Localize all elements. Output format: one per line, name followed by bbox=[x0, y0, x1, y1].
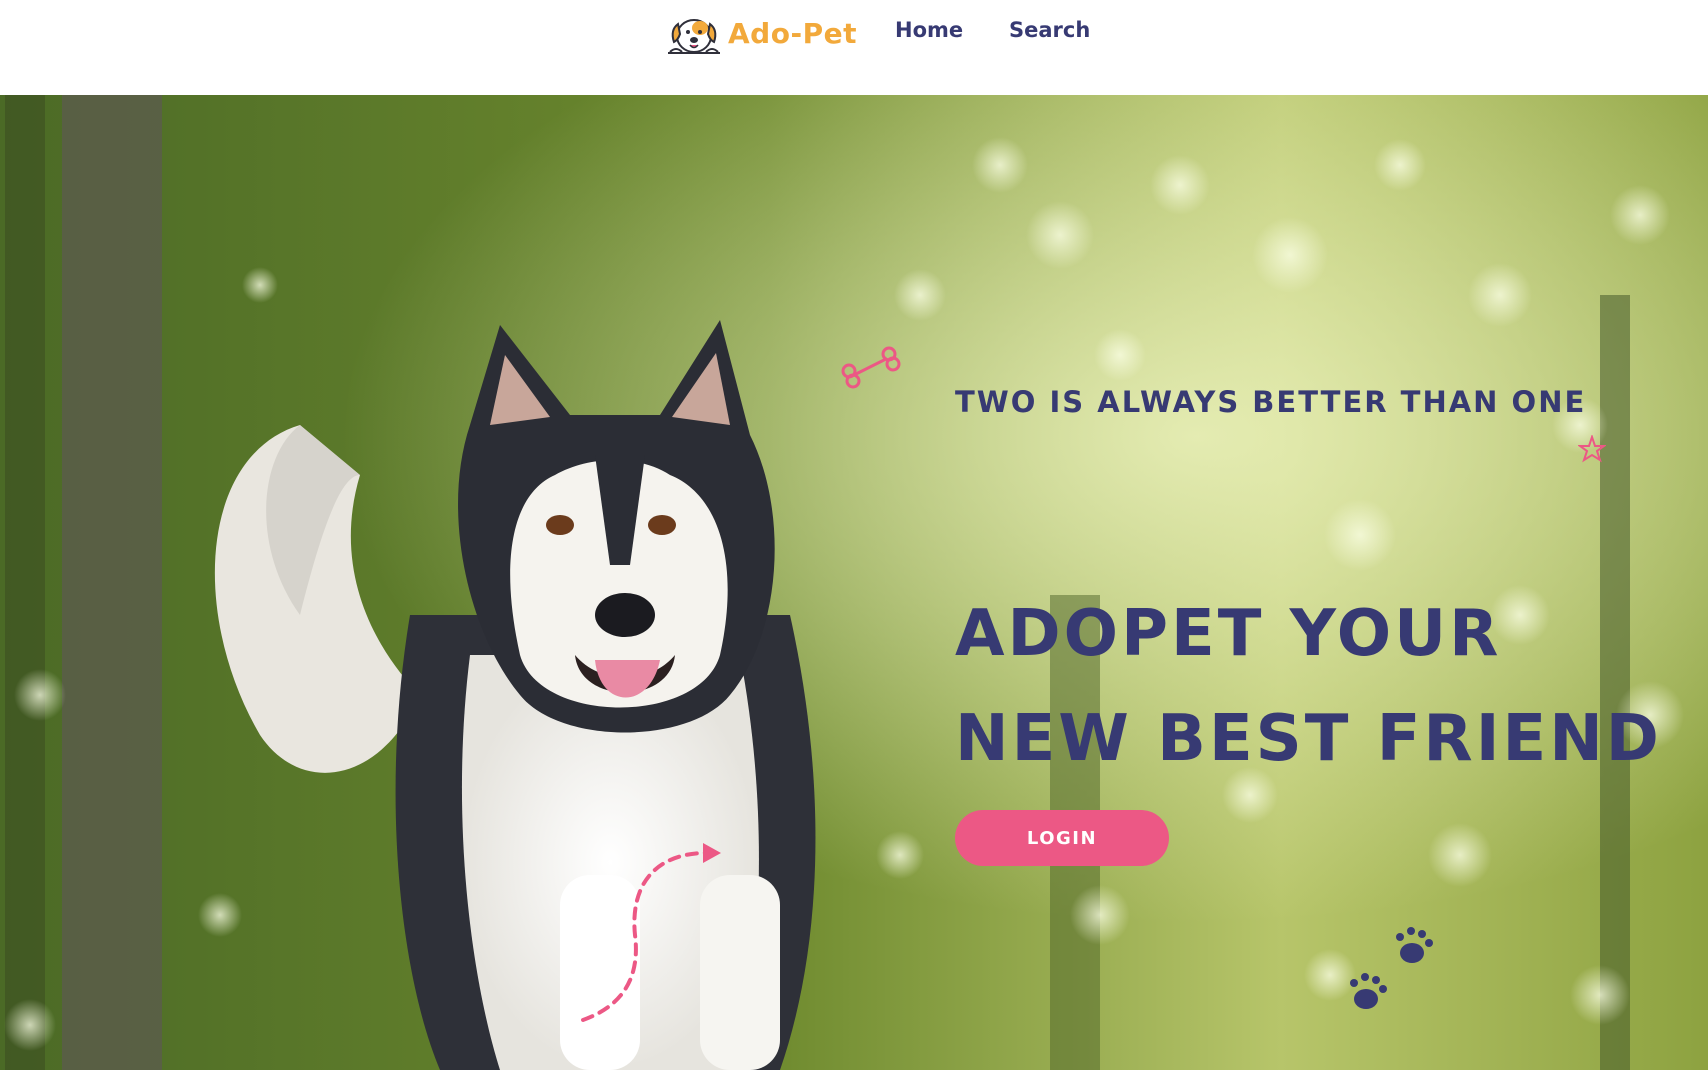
bone-icon bbox=[841, 346, 901, 389]
brand-home-link[interactable]: Ado-Pet bbox=[666, 10, 857, 56]
top-navbar: Ado-Pet Home Search bbox=[0, 0, 1708, 95]
hero-headline-line2: new best friend bbox=[955, 702, 1662, 776]
hero-photo bbox=[0, 95, 1708, 1070]
paw-prints-icon bbox=[1350, 927, 1433, 1009]
dog-logo-icon bbox=[668, 19, 720, 54]
login-button[interactable]: LOGIN bbox=[955, 810, 1169, 866]
dashed-arrow-icon bbox=[581, 843, 721, 1022]
nav-link-home[interactable]: Home bbox=[895, 18, 963, 42]
nav-link-search[interactable]: Search bbox=[1009, 18, 1090, 42]
hero-headline-line1: Adopet your bbox=[955, 597, 1502, 671]
hero-section: Two is always better than one Adopet you… bbox=[0, 95, 1708, 1070]
brand-name: Ado-Pet bbox=[728, 16, 857, 50]
star-icon bbox=[1578, 435, 1606, 463]
hero-tagline: Two is always better than one bbox=[955, 385, 1587, 419]
